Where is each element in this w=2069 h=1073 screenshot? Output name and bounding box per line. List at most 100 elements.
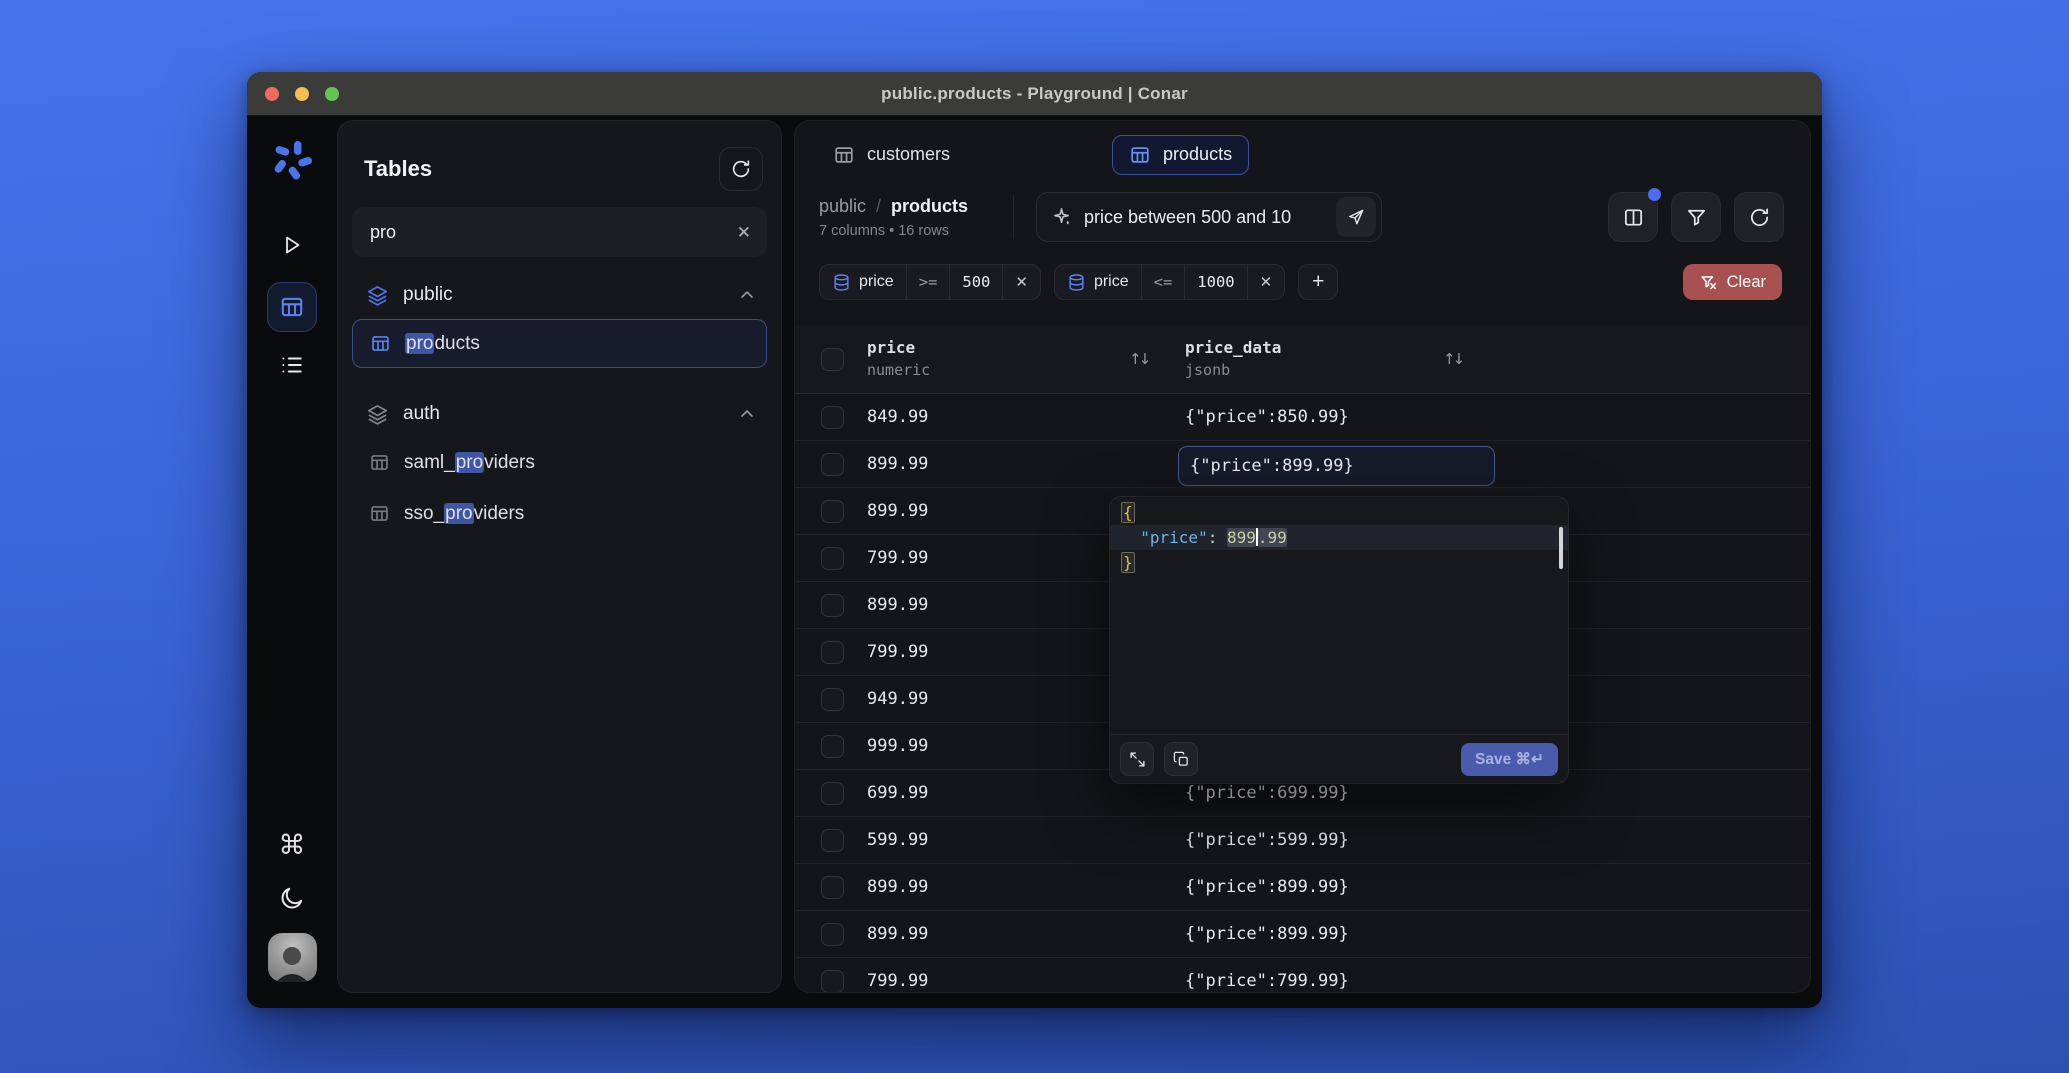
close-window-button[interactable]: [265, 87, 279, 101]
table-grid-icon: [369, 452, 390, 473]
cell-price[interactable]: 799.99: [867, 971, 928, 991]
table-row[interactable]: 899.99 {"price":899.99}: [795, 864, 1810, 911]
save-button[interactable]: Save ⌘↵: [1461, 742, 1558, 776]
remove-filter-button[interactable]: ✕: [1003, 265, 1040, 299]
cell-price[interactable]: 849.99: [867, 407, 928, 427]
chip-column[interactable]: price: [820, 265, 907, 299]
table-row[interactable]: 899.99 {"price":899.99}: [795, 911, 1810, 958]
cell-price-data[interactable]: {"price":599.99}: [1185, 830, 1349, 850]
sort-icon[interactable]: ↑↓: [1129, 350, 1151, 368]
zoom-window-button[interactable]: [325, 87, 339, 101]
cell-price[interactable]: 899.99: [867, 454, 928, 474]
copy-value-button[interactable]: [1164, 742, 1198, 776]
cell-price-data[interactable]: {"price":899.99}: [1185, 877, 1349, 897]
titlebar[interactable]: public.products - Playground | Conar: [247, 72, 1822, 116]
remove-filter-button[interactable]: ✕: [1248, 265, 1285, 299]
ai-filter-input[interactable]: [1084, 206, 1326, 228]
chip-value[interactable]: 1000: [1185, 265, 1248, 299]
add-filter-button[interactable]: +: [1298, 264, 1339, 300]
cell-price[interactable]: 899.99: [867, 595, 928, 615]
refresh-tables-button[interactable]: [719, 147, 763, 191]
columns-visibility-button[interactable]: [1608, 188, 1661, 242]
column-header-price[interactable]: price numeric: [867, 338, 930, 379]
row-checkbox[interactable]: [821, 500, 844, 523]
refresh-data-button[interactable]: [1734, 192, 1784, 242]
tab-products[interactable]: products: [1112, 134, 1250, 175]
json-value-selected: 899: [1226, 528, 1256, 547]
cell-price[interactable]: 899.99: [867, 877, 928, 897]
clear-filters-button[interactable]: Clear: [1682, 264, 1782, 300]
sidebar-title: Tables: [364, 156, 433, 181]
row-checkbox[interactable]: [821, 688, 844, 711]
filters-button[interactable]: [1671, 192, 1721, 242]
table-row[interactable]: 599.99 {"price":599.99}: [795, 817, 1810, 864]
sidebar-item-saml_providers[interactable]: saml_providers: [352, 438, 767, 487]
select-all-checkbox[interactable]: [821, 348, 844, 371]
cell-price[interactable]: 999.99: [867, 736, 928, 756]
queries-list-button[interactable]: [267, 340, 317, 390]
tables-nav-button[interactable]: [267, 282, 317, 332]
expand-editor-button[interactable]: [1120, 742, 1154, 776]
sort-icon[interactable]: ↑↓: [1443, 350, 1465, 368]
table-header-bar: public / products 7 columns • 16 rows: [795, 177, 1810, 243]
row-checkbox[interactable]: [821, 641, 844, 664]
table-grid-icon: [369, 503, 390, 524]
table-search-input[interactable]: [370, 221, 737, 243]
ai-filter: [1036, 192, 1382, 242]
theme-toggle-button[interactable]: [279, 885, 305, 911]
row-checkbox[interactable]: [821, 829, 844, 852]
breadcrumb-schema[interactable]: public: [819, 196, 866, 217]
sidebar-item-sso_providers[interactable]: sso_providers: [352, 489, 767, 538]
column-header-price-data[interactable]: price_data jsonb: [1185, 338, 1281, 379]
row-checkbox[interactable]: [821, 594, 844, 617]
sidebar-item-products[interactable]: products: [352, 319, 767, 368]
submit-ai-filter-button[interactable]: [1336, 197, 1376, 237]
minimize-window-button[interactable]: [295, 87, 309, 101]
tab-customers[interactable]: customers: [817, 135, 966, 175]
table-grid-icon: [279, 294, 305, 320]
row-checkbox[interactable]: [821, 923, 844, 946]
chevron-up-icon[interactable]: [737, 285, 757, 305]
cell-price-data[interactable]: {"price":899.99}: [1185, 924, 1349, 944]
cell-price-data[interactable]: {"price":799.99}: [1185, 971, 1349, 991]
breadcrumb-table[interactable]: products: [891, 196, 968, 217]
cell-price[interactable]: 799.99: [867, 548, 928, 568]
row-checkbox[interactable]: [821, 970, 844, 992]
table-row[interactable]: 899.99 {"price":899.99}: [795, 441, 1810, 488]
cell-price[interactable]: 899.99: [867, 501, 928, 521]
cell-price[interactable]: 899.99: [867, 924, 928, 944]
breadcrumb-separator: /: [876, 195, 882, 216]
chip-column[interactable]: price: [1055, 265, 1142, 299]
chevron-up-icon[interactable]: [737, 404, 757, 424]
schema-header-public[interactable]: public: [352, 273, 767, 317]
funnel-icon: [1685, 206, 1708, 229]
selected-cell[interactable]: {"price":899.99}: [1178, 446, 1495, 486]
row-checkbox[interactable]: [821, 735, 844, 758]
row-checkbox[interactable]: [821, 876, 844, 899]
table-grid-icon: [833, 144, 855, 166]
row-checkbox[interactable]: [821, 406, 844, 429]
table-row[interactable]: 799.99 {"price":799.99}: [795, 958, 1810, 992]
cell-price[interactable]: 949.99: [867, 689, 928, 709]
chip-operator[interactable]: >=: [907, 265, 951, 299]
chip-value[interactable]: 500: [950, 265, 1004, 299]
cell-price[interactable]: 599.99: [867, 830, 928, 850]
run-query-button[interactable]: [267, 220, 317, 270]
row-checkbox[interactable]: [821, 782, 844, 805]
funnel-x-icon: [1699, 273, 1718, 292]
cell-price[interactable]: 799.99: [867, 642, 928, 662]
row-checkbox[interactable]: [821, 547, 844, 570]
user-avatar[interactable]: [267, 933, 317, 982]
table-meta: 7 columns • 16 rows: [819, 222, 949, 239]
table-row[interactable]: 849.99 {"price":850.99}: [795, 394, 1810, 441]
cell-price[interactable]: 699.99: [867, 783, 928, 803]
shortcuts-button[interactable]: ⌘: [279, 830, 306, 861]
editor-scrollbar[interactable]: [1559, 527, 1563, 569]
clear-search-icon[interactable]: ✕: [737, 224, 751, 241]
chip-operator[interactable]: <=: [1142, 265, 1186, 299]
json-editor[interactable]: { "price": 899.99 }: [1110, 497, 1568, 575]
schema-header-auth[interactable]: auth: [352, 392, 767, 436]
row-checkbox[interactable]: [821, 453, 844, 476]
cell-price-data[interactable]: {"price":850.99}: [1185, 407, 1349, 427]
cell-price-data[interactable]: {"price":699.99}: [1185, 783, 1349, 803]
